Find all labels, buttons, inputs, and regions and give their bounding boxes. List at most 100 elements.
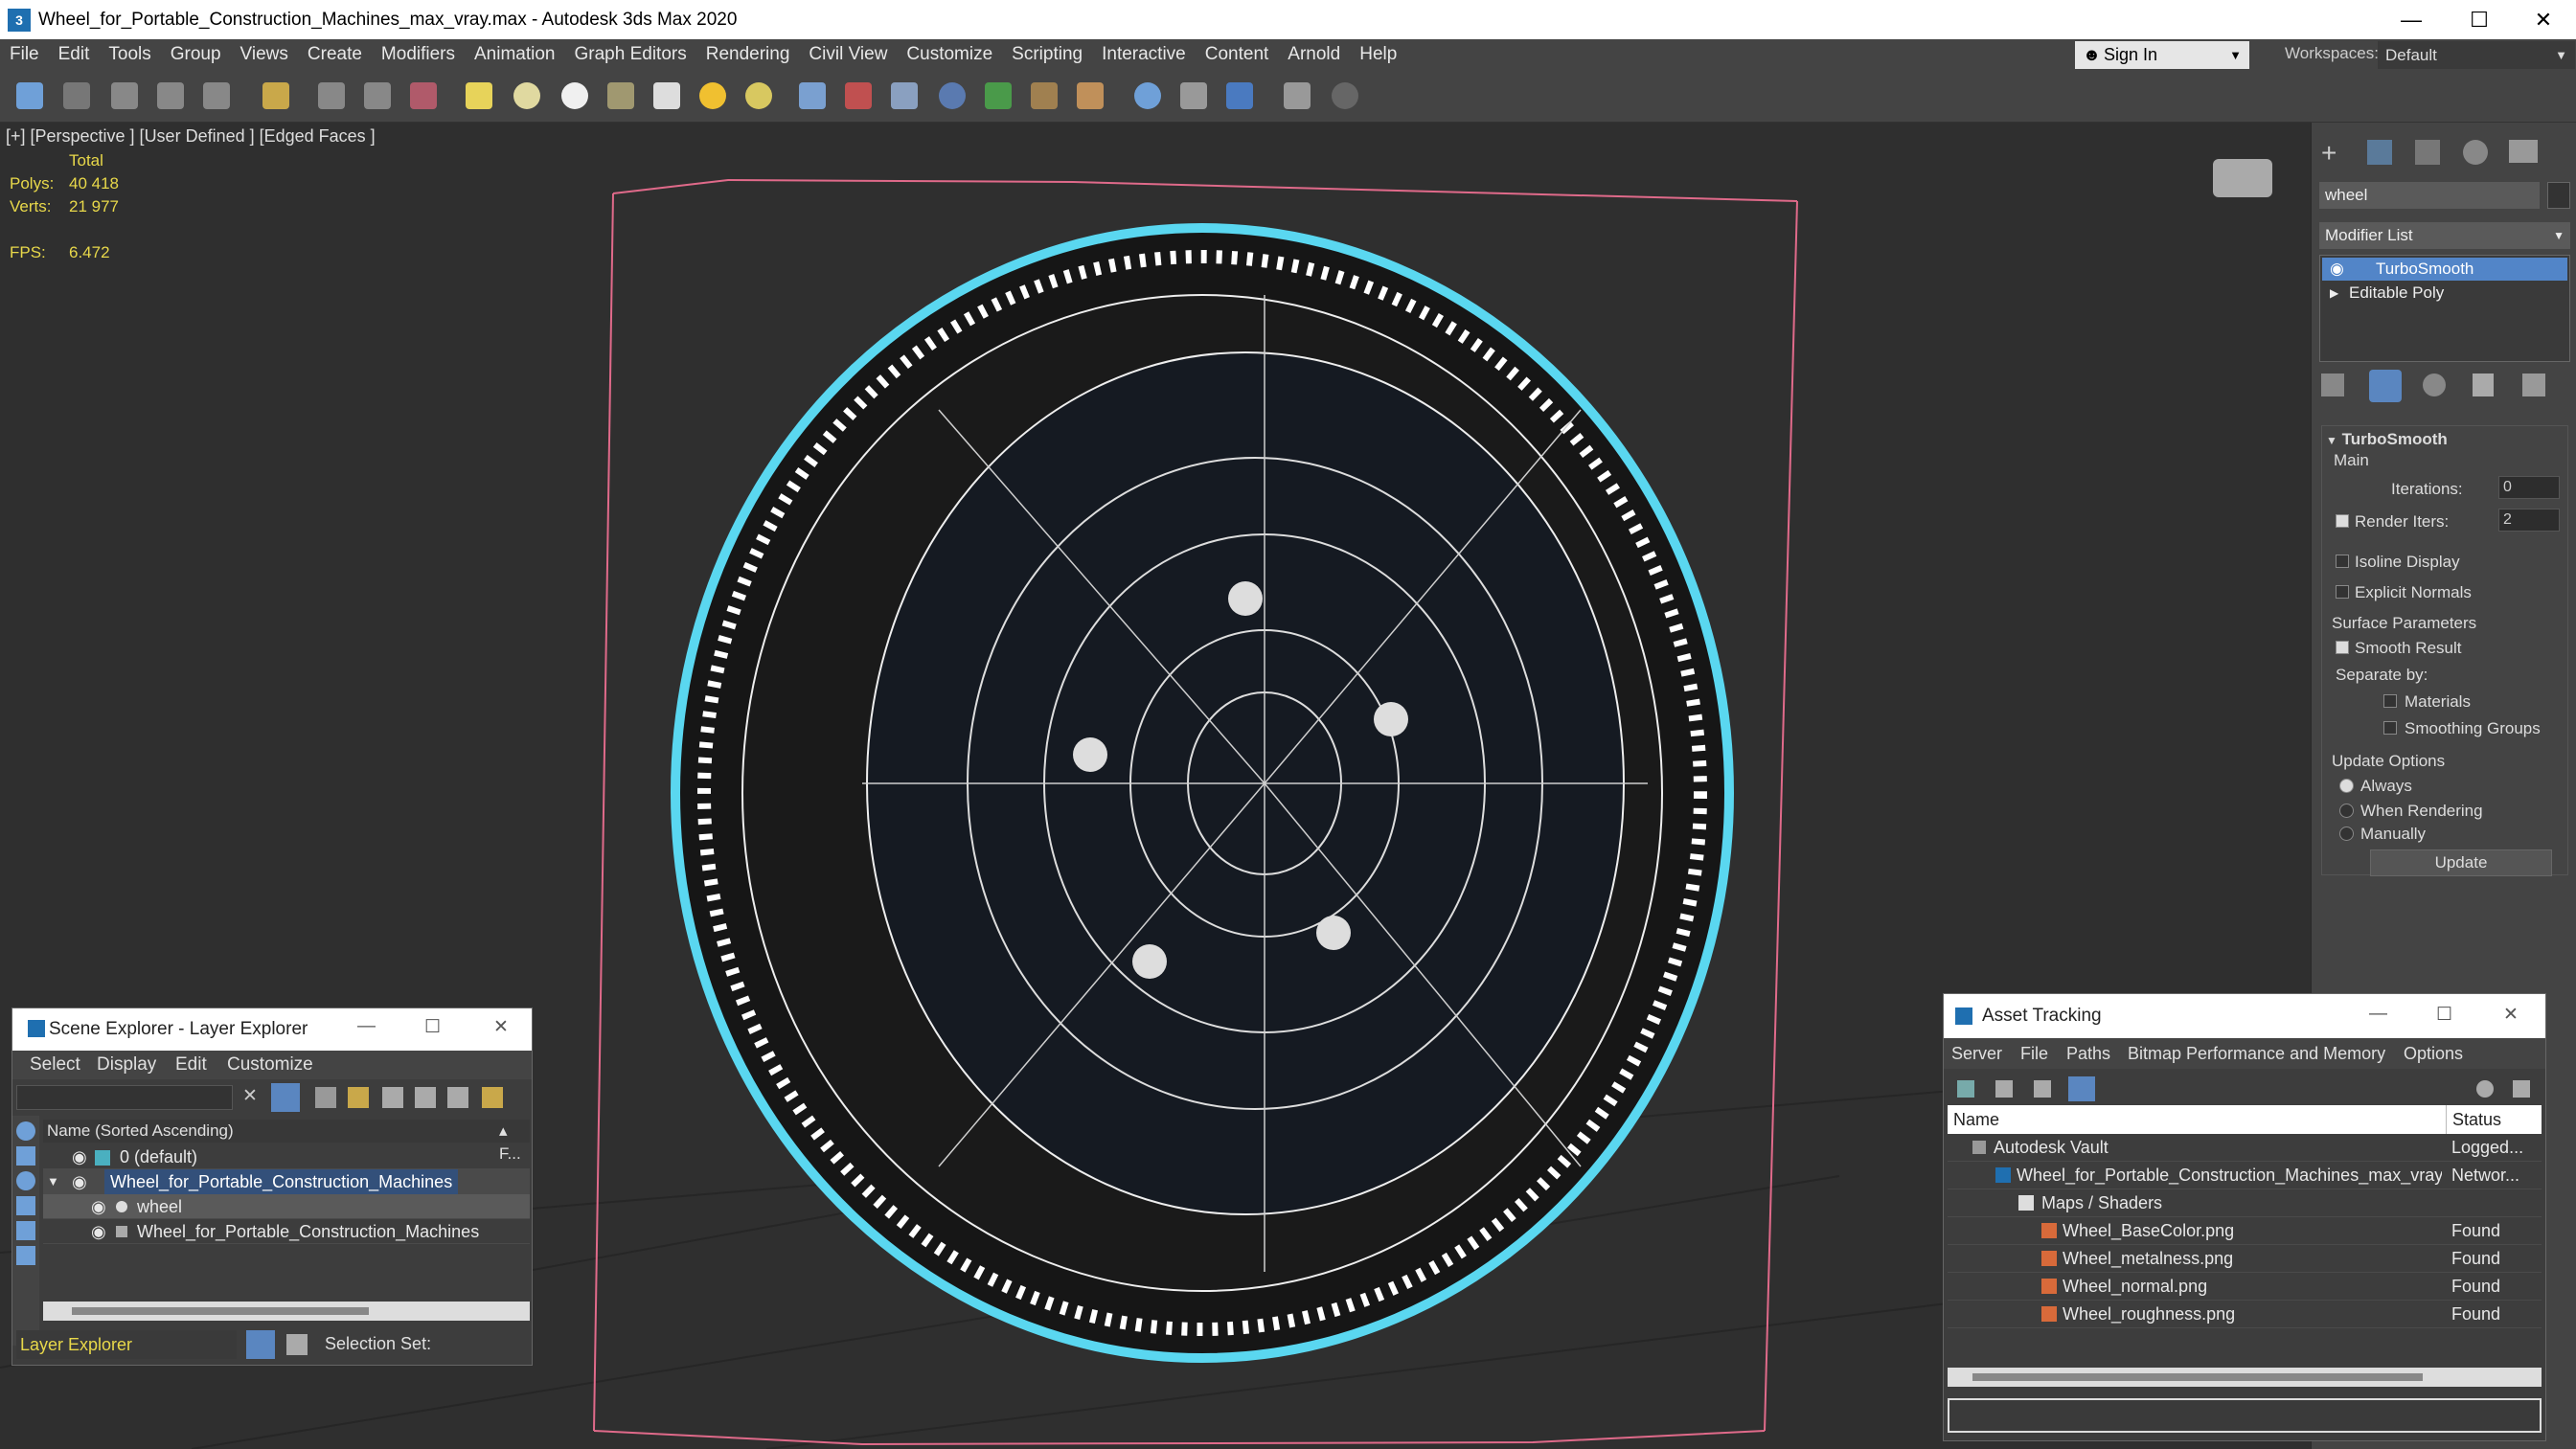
scale-icon[interactable]	[410, 82, 437, 109]
eye-icon[interactable]: ◉	[2330, 258, 2344, 281]
smooth-result-checkbox[interactable]	[2336, 641, 2349, 654]
se-col-name[interactable]: Name (Sorted Ascending)	[47, 1120, 234, 1143]
asset-row[interactable]: Wheel_for_Portable_Construction_Machines…	[1948, 1162, 2542, 1189]
filter-icon[interactable]	[271, 1083, 300, 1112]
asset-row[interactable]: Wheel_metalness.png Found	[1948, 1245, 2542, 1273]
menu-modifiers[interactable]: Modifiers	[372, 44, 465, 65]
clear-icon[interactable]: ✕	[242, 1085, 258, 1107]
cone-icon[interactable]	[653, 82, 680, 109]
hierarchy-mode-icon[interactable]	[286, 1334, 308, 1355]
menu-civil-view[interactable]: Civil View	[799, 44, 897, 65]
display-lights-icon[interactable]	[16, 1171, 35, 1190]
menu-group[interactable]: Group	[161, 44, 231, 65]
asset-row[interactable]: Wheel_roughness.png Found	[1948, 1301, 2542, 1328]
smoothing-groups-checkbox[interactable]	[2383, 721, 2397, 735]
at-scrollbar[interactable]	[1948, 1368, 2542, 1387]
add-layer-icon[interactable]	[348, 1087, 369, 1108]
remove-modifier-icon[interactable]	[2473, 374, 2494, 396]
layer-row[interactable]: ▼ ◉ Wheel_for_Portable_Construction_Mach…	[43, 1169, 530, 1194]
layers-icon[interactable]	[1284, 82, 1311, 109]
display-geometry-icon[interactable]	[16, 1121, 35, 1141]
create-tab-icon[interactable]: +	[2321, 138, 2337, 169]
dynamics-icon[interactable]	[845, 82, 872, 109]
display-spacewarps-icon[interactable]	[16, 1246, 35, 1265]
workspace-dropdown[interactable]: Default ▼	[2378, 41, 2575, 69]
se-menu-select[interactable]: Select	[30, 1051, 80, 1079]
menu-views[interactable]: Views	[231, 44, 298, 65]
minimize-icon[interactable]: —	[2369, 1004, 2387, 1025]
asset-tracking-titlebar[interactable]: Asset Tracking — ☐ ✕	[1944, 994, 2545, 1038]
manually-radio[interactable]	[2339, 826, 2354, 841]
se-menu-display[interactable]: Display	[97, 1051, 156, 1079]
display-helpers-icon[interactable]	[16, 1221, 35, 1240]
menu-help[interactable]: Help	[1350, 44, 1406, 65]
layer-mode-icon[interactable]	[246, 1330, 275, 1359]
isoline-checkbox[interactable]	[2336, 555, 2349, 568]
menu-content[interactable]: Content	[1196, 44, 1279, 65]
menu-scripting[interactable]: Scripting	[1002, 44, 1092, 65]
at-path-field[interactable]	[1948, 1398, 2542, 1433]
at-col-name[interactable]: Name	[1953, 1105, 1999, 1134]
viewport-label[interactable]: [+] [Perspective ] [User Defined ] [Edge…	[6, 126, 376, 147]
at-menu-file[interactable]: File	[2020, 1038, 2048, 1069]
settings-icon[interactable]	[2513, 1080, 2530, 1098]
maximize-icon[interactable]: ☐	[424, 1016, 441, 1038]
maximize-icon[interactable]: ☐	[2448, 0, 2511, 39]
modifier-list-dropdown[interactable]: Modifier List ▼	[2319, 222, 2570, 249]
help-icon[interactable]	[1332, 82, 1358, 109]
make-unique-icon[interactable]	[2423, 374, 2446, 396]
cloth-icon[interactable]	[891, 82, 918, 109]
pin-stack-icon[interactable]	[2321, 374, 2344, 396]
configure-sets-icon[interactable]	[2522, 374, 2545, 396]
stack-icon[interactable]	[447, 1087, 468, 1108]
at-menu-options[interactable]: Options	[2404, 1038, 2463, 1069]
motion-tab-icon[interactable]	[2463, 140, 2488, 165]
at-menu-paths[interactable]: Paths	[2066, 1038, 2110, 1069]
move-icon[interactable]	[318, 82, 345, 109]
fur-icon[interactable]	[1077, 82, 1104, 109]
se-search-input[interactable]	[16, 1085, 233, 1110]
geosphere-icon[interactable]	[561, 82, 588, 109]
display-shapes-icon[interactable]	[16, 1146, 35, 1166]
detail-view-icon[interactable]	[2034, 1080, 2051, 1098]
sign-in-button[interactable]: ☻ Sign In ▼	[2075, 41, 2249, 69]
asset-row[interactable]: Wheel_normal.png Found	[1948, 1273, 2542, 1301]
expand-arrow-icon[interactable]: ▶	[2330, 282, 2338, 305]
hierarchy-tab-icon[interactable]	[2415, 140, 2440, 165]
show-end-result-icon[interactable]	[2369, 370, 2402, 402]
light-icon[interactable]	[699, 82, 726, 109]
at-menu-bitmap[interactable]: Bitmap Performance and Memory	[2128, 1038, 2385, 1069]
object-color-swatch[interactable]	[2547, 182, 2570, 209]
display-cameras-icon[interactable]	[16, 1196, 35, 1215]
menu-file[interactable]: File	[0, 44, 49, 65]
object-row[interactable]: ◉ wheel	[43, 1194, 530, 1219]
modify-tab-icon[interactable]	[2367, 140, 2392, 165]
rotate-icon[interactable]	[364, 82, 391, 109]
render-iters-checkbox[interactable]	[2336, 514, 2349, 528]
menu-graph-editors[interactable]: Graph Editors	[565, 44, 696, 65]
render-setup-icon[interactable]	[1134, 82, 1161, 109]
render-iters-spinner[interactable]: 2	[2498, 509, 2560, 532]
particles-icon[interactable]	[799, 82, 826, 109]
menu-interactive[interactable]: Interactive	[1092, 44, 1196, 65]
viewcube-icon[interactable]	[2213, 159, 2272, 197]
eye-icon[interactable]: ◉	[72, 1144, 87, 1169]
se-scrollbar[interactable]	[43, 1302, 530, 1321]
object-row[interactable]: ◉ Wheel_for_Portable_Construction_Machin…	[43, 1219, 530, 1244]
hierarchy-icon[interactable]	[415, 1087, 436, 1108]
iterations-spinner[interactable]: 0	[2498, 476, 2560, 499]
menu-animation[interactable]: Animation	[465, 44, 565, 65]
bind-space-warp-icon[interactable]	[203, 82, 230, 109]
box-icon[interactable]	[466, 82, 492, 109]
rollout-title[interactable]: ▼ TurboSmooth	[2326, 430, 2448, 449]
at-menu-server[interactable]: Server	[1951, 1038, 2002, 1069]
always-radio[interactable]	[2339, 779, 2354, 793]
eye-icon[interactable]: ◉	[91, 1219, 106, 1244]
at-col-status[interactable]: Status	[2446, 1105, 2501, 1134]
close-icon[interactable]: ✕	[493, 1016, 509, 1038]
close-icon[interactable]: ✕	[2512, 0, 2575, 39]
refresh-icon[interactable]	[1957, 1080, 1974, 1098]
link-icon[interactable]	[111, 82, 138, 109]
eye-icon[interactable]: ◉	[91, 1194, 106, 1219]
update-button[interactable]: Update	[2370, 849, 2552, 876]
